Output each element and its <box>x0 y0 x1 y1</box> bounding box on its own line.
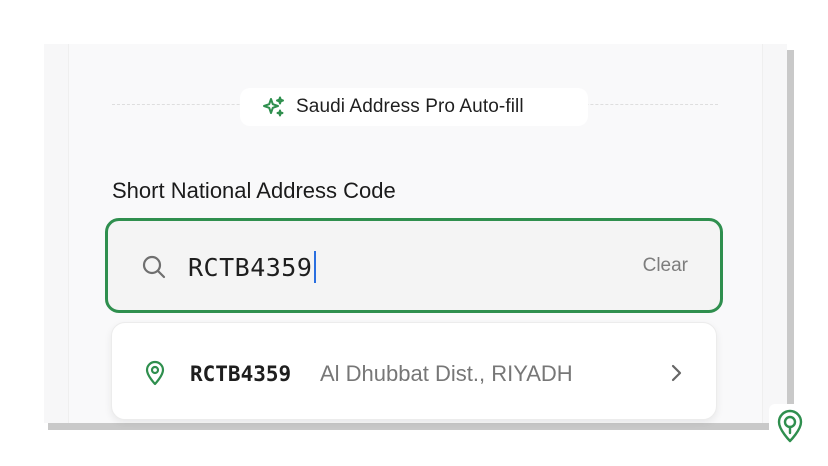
search-icon <box>142 255 166 279</box>
frame-edge-bottom <box>48 423 794 430</box>
frame-edge-right <box>787 50 794 430</box>
suggestion-description: Al Dhubbat Dist., RIYADH <box>320 361 573 386</box>
autofill-badge-label: Saudi Address Pro Auto-fill <box>296 96 524 117</box>
suggestion-code: RCTB4359 <box>190 362 292 386</box>
address-code-search-field[interactable]: RCTB4359 Clear <box>105 218 723 313</box>
location-pin-icon <box>145 360 165 386</box>
text-caret <box>314 251 317 283</box>
page: Saudi Address Pro Auto-fill Short Nation… <box>0 0 828 466</box>
field-label: Short National Address Code <box>112 178 396 203</box>
autofill-badge: Saudi Address Pro Auto-fill <box>240 88 588 126</box>
search-input[interactable]: RCTB4359 <box>188 251 317 283</box>
app-logo <box>769 404 811 448</box>
search-input-value: RCTB4359 <box>188 252 313 282</box>
logo-pin-icon <box>777 409 803 443</box>
chevron-right-icon <box>671 364 682 382</box>
clear-button[interactable]: Clear <box>643 255 688 277</box>
suggestion-item[interactable]: RCTB4359 Al Dhubbat Dist., RIYADH <box>111 322 717 420</box>
sparkles-icon <box>263 96 284 117</box>
